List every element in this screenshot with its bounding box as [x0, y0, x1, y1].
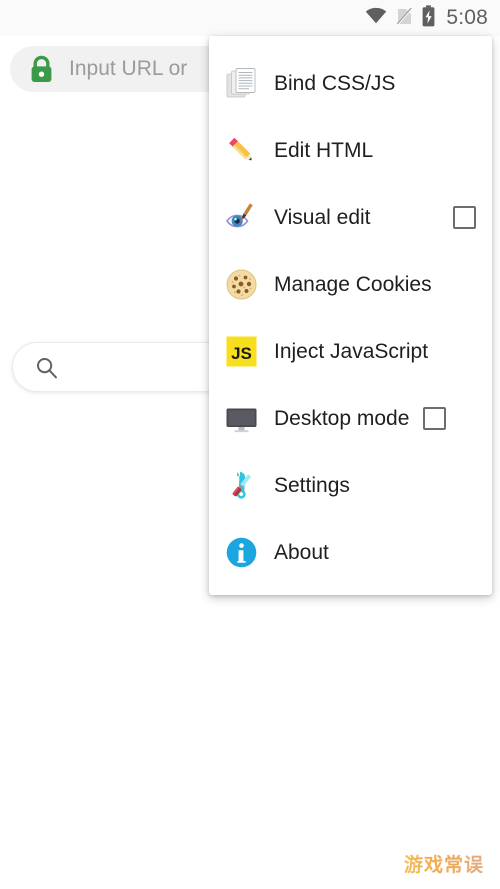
menu-item-visual-edit[interactable]: Visual edit — [209, 184, 492, 251]
menu-item-manage-cookies[interactable]: Manage Cookies — [209, 251, 492, 318]
eye-brush-icon — [221, 198, 261, 238]
tools-icon — [221, 466, 261, 506]
battery-charging-icon — [422, 4, 435, 32]
sim-card-off-icon — [396, 6, 413, 31]
monitor-icon — [221, 399, 261, 439]
desktop-mode-checkbox[interactable] — [423, 407, 447, 430]
wifi-icon — [365, 7, 387, 30]
menu-item-label: About — [274, 540, 329, 564]
url-placeholder-text: Input URL or — [69, 57, 188, 80]
status-bar: 5:08 — [0, 0, 500, 36]
menu-item-desktop-mode[interactable]: Desktop mode — [209, 385, 492, 452]
menu-item-label: Visual edit — [274, 205, 371, 229]
lock-secure-icon — [28, 55, 55, 84]
menu-item-settings[interactable]: Settings — [209, 452, 492, 519]
menu-item-about[interactable]: About — [209, 519, 492, 586]
menu-item-label: Inject JavaScript — [274, 339, 429, 363]
watermark-label: 游戏常误 — [404, 850, 484, 877]
visual-edit-checkbox[interactable] — [453, 206, 476, 229]
menu-item-label: Bind CSS/JS — [274, 71, 396, 95]
js-logo-icon: JS — [221, 332, 261, 372]
overflow-menu: Bind CSS/JS Edit HTML Visual edit Manage… — [209, 36, 492, 595]
menu-item-bind-css-js[interactable]: Bind CSS/JS — [209, 50, 492, 117]
menu-item-label: Edit HTML — [274, 138, 374, 162]
search-icon — [35, 356, 58, 379]
pencil-icon — [221, 131, 261, 171]
menu-item-inject-javascript[interactable]: JS Inject JavaScript — [209, 318, 492, 385]
cookie-icon — [221, 265, 261, 305]
menu-item-label: Manage Cookies — [274, 272, 432, 296]
phone-screen: 5:08 Input URL or 游戏常误 Bind CSS/JS Edit … — [0, 0, 500, 889]
info-circle-icon — [221, 533, 261, 573]
svg-text:JS: JS — [231, 344, 252, 363]
status-time: 5:08 — [446, 6, 488, 29]
menu-item-edit-html[interactable]: Edit HTML — [209, 117, 492, 184]
menu-item-label: Desktop mode — [274, 406, 410, 430]
documents-stack-icon — [221, 64, 261, 104]
menu-item-label: Settings — [274, 473, 350, 497]
